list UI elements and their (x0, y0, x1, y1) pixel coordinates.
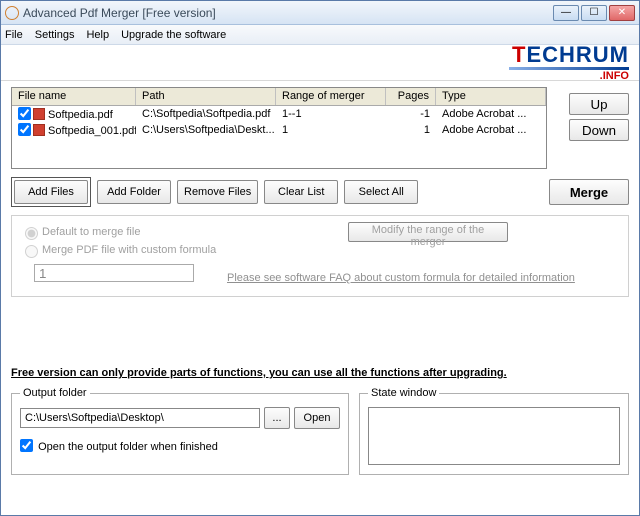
logo-bar: TECHRUM .INFO (1, 45, 639, 81)
modify-range-button: Modify the range of the merger (348, 222, 508, 242)
window-title: Advanced Pdf Merger [Free version] (23, 6, 553, 20)
browse-button[interactable]: ... (264, 407, 290, 429)
custom-formula-label: Merge PDF file with custom formula (42, 244, 216, 256)
logo-text-info: .INFO (600, 71, 629, 82)
default-merge-label: Default to merge file (42, 226, 140, 238)
cell-filename: Softpedia.pdf (48, 109, 113, 121)
logo-letter-t: T (512, 44, 526, 66)
cell-path: C:\Users\Softpedia\Deskt... (136, 124, 276, 136)
default-merge-radio (25, 227, 38, 240)
menu-file[interactable]: File (5, 29, 23, 41)
output-folder-legend: Output folder (20, 387, 90, 399)
cell-pages: -1 (386, 108, 436, 120)
state-window-group: State window (359, 387, 629, 475)
menu-upgrade[interactable]: Upgrade the software (121, 29, 226, 41)
pdf-icon (33, 108, 45, 120)
titlebar: Advanced Pdf Merger [Free version] — ☐ ✕ (1, 1, 639, 25)
faq-link[interactable]: Please see software FAQ about custom for… (227, 272, 575, 284)
brand-logo: TECHRUM .INFO (509, 44, 629, 82)
output-folder-group: Output folder ... Open Open the output f… (11, 387, 349, 475)
open-when-done-label: Open the output folder when finished (38, 441, 218, 453)
col-header-type[interactable]: Type (436, 88, 546, 105)
close-button[interactable]: ✕ (609, 5, 635, 21)
cell-range: 1 (276, 124, 386, 136)
state-window-legend: State window (368, 387, 439, 399)
menu-settings[interactable]: Settings (35, 29, 75, 41)
up-button[interactable]: Up (569, 93, 629, 115)
remove-files-button[interactable]: Remove Files (177, 180, 258, 204)
menu-help[interactable]: Help (86, 29, 109, 41)
open-when-done-checkbox[interactable] (20, 439, 33, 452)
row-checkbox[interactable] (18, 123, 31, 136)
select-all-button[interactable]: Select All (344, 180, 418, 204)
down-button[interactable]: Down (569, 119, 629, 141)
col-header-filename[interactable]: File name (12, 88, 136, 105)
state-window-textarea[interactable] (368, 407, 620, 465)
open-button[interactable]: Open (294, 407, 340, 429)
cell-type: Adobe Acrobat ... (436, 108, 546, 120)
app-icon (5, 6, 19, 20)
add-folder-button[interactable]: Add Folder (97, 180, 171, 204)
table-row[interactable]: Softpedia.pdf C:\Softpedia\Softpedia.pdf… (12, 106, 546, 122)
row-checkbox[interactable] (18, 107, 31, 120)
upgrade-note: Free version can only provide parts of f… (11, 367, 629, 379)
custom-formula-radio (25, 245, 38, 258)
table-row[interactable]: Softpedia_001.pdf C:\Users\Softpedia\Des… (12, 122, 546, 138)
pdf-icon (33, 124, 45, 136)
col-header-path[interactable]: Path (136, 88, 276, 105)
cell-type: Adobe Acrobat ... (436, 124, 546, 136)
add-files-button[interactable]: Add Files (14, 180, 88, 204)
clear-list-button[interactable]: Clear List (264, 180, 338, 204)
cell-range: 1--1 (276, 108, 386, 120)
add-files-frame: Add Files (11, 177, 91, 207)
col-header-range[interactable]: Range of merger (276, 88, 386, 105)
logo-text-echrum: ECHRUM (526, 44, 629, 66)
merge-button[interactable]: Merge (549, 179, 629, 205)
minimize-button[interactable]: — (553, 5, 579, 21)
col-header-pages[interactable]: Pages (386, 88, 436, 105)
cell-pages: 1 (386, 124, 436, 136)
maximize-button[interactable]: ☐ (581, 5, 607, 21)
output-path-input[interactable] (20, 408, 260, 428)
formula-input (34, 264, 194, 282)
file-list-table[interactable]: File name Path Range of merger Pages Typ… (11, 87, 547, 169)
cell-path: C:\Softpedia\Softpedia.pdf (136, 108, 276, 120)
cell-filename: Softpedia_001.pdf (48, 125, 136, 137)
merge-options-group: Default to merge file Modify the range o… (11, 215, 629, 297)
